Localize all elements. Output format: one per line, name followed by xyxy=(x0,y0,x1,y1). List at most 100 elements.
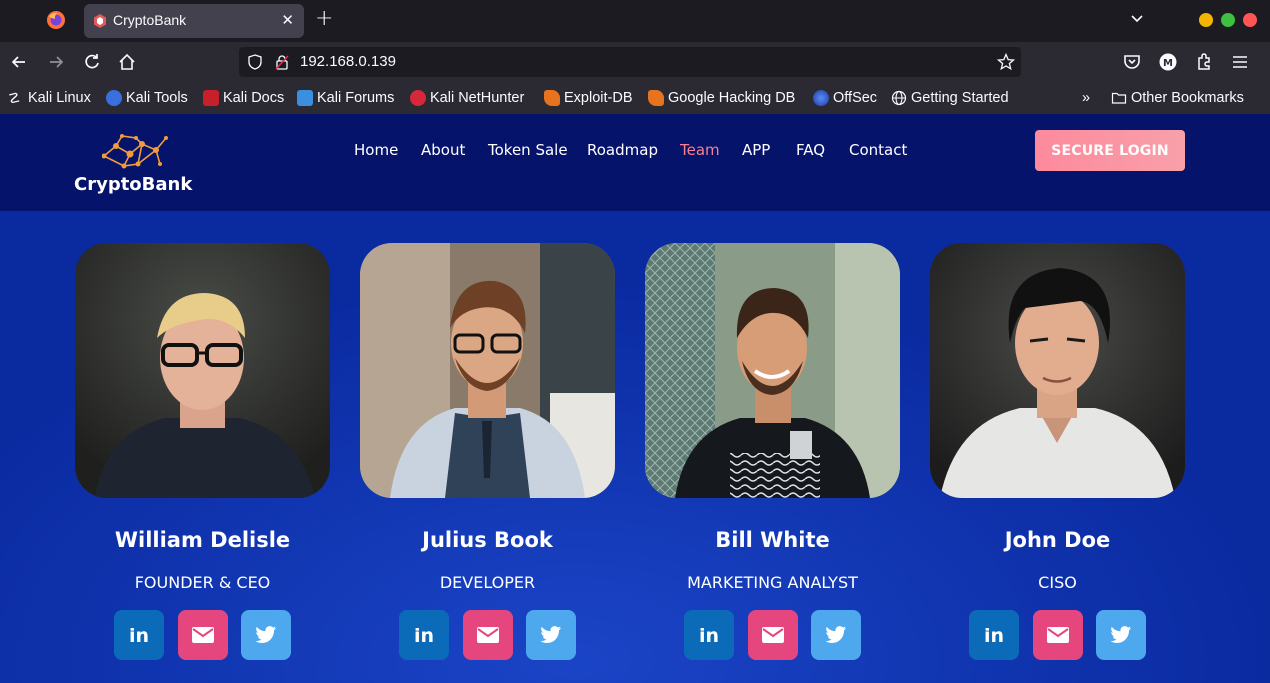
bookmark-kali-forums[interactable]: Kali Forums xyxy=(297,89,394,107)
kali-forums-icon xyxy=(297,90,313,106)
email-icon xyxy=(762,627,784,643)
bookmark-label: Exploit-DB xyxy=(564,90,633,106)
nav-team[interactable]: Team xyxy=(680,141,720,159)
team-member-photo xyxy=(930,243,1185,498)
tracking-protection-shield-icon[interactable] xyxy=(247,54,263,70)
bookmark-label: Kali Docs xyxy=(223,90,285,106)
email-icon xyxy=(192,627,214,643)
nav-app[interactable]: APP xyxy=(742,141,770,159)
member-role: MARKETING ANALYST xyxy=(687,573,858,592)
twitter-icon xyxy=(1110,626,1132,643)
browser-nav-bar: 192.168.0.139 M xyxy=(0,42,1270,82)
bookmark-getting-started[interactable]: Getting Started xyxy=(891,89,1009,107)
home-icon[interactable] xyxy=(117,52,137,72)
email-button[interactable] xyxy=(1033,610,1083,660)
linkedin-button[interactable]: in xyxy=(684,610,734,660)
member-role: FOUNDER & CEO xyxy=(134,573,271,592)
bookmarks-overflow-chevron-icon[interactable]: » xyxy=(1082,89,1090,107)
forward-icon[interactable] xyxy=(46,52,66,72)
insecure-lock-icon[interactable] xyxy=(275,54,289,70)
twitter-button[interactable] xyxy=(241,610,291,660)
twitter-icon xyxy=(540,626,562,643)
close-tab-icon[interactable]: ✕ xyxy=(281,11,294,29)
other-bookmarks-label: Other Bookmarks xyxy=(1131,90,1244,106)
team-member-photo xyxy=(360,243,615,498)
kali-dragon-icon: ☡ xyxy=(8,90,21,106)
new-tab-icon[interactable]: + xyxy=(315,6,333,31)
linkedin-icon: in xyxy=(699,625,719,646)
linkedin-icon: in xyxy=(129,625,149,646)
globe-icon xyxy=(891,90,907,106)
email-icon xyxy=(1047,627,1069,643)
tab-title: CryptoBank xyxy=(113,12,187,28)
firefox-icon[interactable] xyxy=(46,10,66,30)
email-button[interactable] xyxy=(178,610,228,660)
other-bookmarks-folder[interactable]: Other Bookmarks xyxy=(1111,89,1244,107)
app-menu-hamburger-icon[interactable] xyxy=(1230,52,1250,72)
folder-icon xyxy=(1111,92,1127,104)
kali-docs-icon xyxy=(203,90,219,106)
bookmark-exploit-db[interactable]: Exploit-DB xyxy=(544,89,633,107)
account-avatar-icon[interactable]: M xyxy=(1158,52,1178,72)
svg-text:M: M xyxy=(1163,58,1173,69)
ghdb-icon xyxy=(648,90,664,106)
nav-token-sale[interactable]: Token Sale xyxy=(488,141,568,159)
nav-roadmap[interactable]: Roadmap xyxy=(587,141,658,159)
extensions-puzzle-icon[interactable] xyxy=(1194,52,1214,72)
email-icon xyxy=(477,627,499,643)
pocket-icon[interactable] xyxy=(1122,52,1142,72)
twitter-button[interactable] xyxy=(1096,610,1146,660)
bookmark-label: Kali Linux xyxy=(28,90,91,106)
bookmark-label: Getting Started xyxy=(911,90,1009,106)
linkedin-button[interactable]: in xyxy=(399,610,449,660)
nav-about[interactable]: About xyxy=(421,141,465,159)
bookmark-kali-docs[interactable]: Kali Docs xyxy=(203,89,284,107)
minimize-window-button[interactable] xyxy=(1199,13,1213,27)
social-links: in xyxy=(969,610,1149,660)
site-header: CryptoBank Home About Token Sale Roadmap… xyxy=(0,114,1270,211)
bookmark-label: Google Hacking DB xyxy=(668,90,796,106)
member-name: Bill White xyxy=(715,528,830,552)
linkedin-button[interactable]: in xyxy=(114,610,164,660)
email-button[interactable] xyxy=(748,610,798,660)
member-name: William Delisle xyxy=(114,528,291,552)
bookmark-label: Kali Forums xyxy=(317,90,395,106)
bookmark-kali-linux[interactable]: ☡ Kali Linux xyxy=(8,89,91,107)
secure-login-button[interactable]: SECURE LOGIN xyxy=(1035,130,1185,171)
url-text[interactable]: 192.168.0.139 xyxy=(300,53,396,70)
bookmark-star-icon[interactable] xyxy=(997,53,1015,71)
bookmark-kali-tools[interactable]: Kali Tools xyxy=(106,89,188,107)
back-icon[interactable] xyxy=(9,52,29,72)
email-button[interactable] xyxy=(463,610,513,660)
address-bar[interactable]: 192.168.0.139 xyxy=(239,47,1021,77)
svg-text:in: in xyxy=(984,625,1004,646)
list-all-tabs-icon[interactable] xyxy=(1130,12,1144,26)
offsec-icon xyxy=(813,90,829,106)
twitter-icon xyxy=(255,626,277,643)
team-member-photo xyxy=(645,243,900,498)
member-role: DEVELOPER xyxy=(439,573,536,592)
svg-text:in: in xyxy=(414,625,434,646)
close-window-button[interactable] xyxy=(1243,13,1257,27)
nav-contact[interactable]: Contact xyxy=(849,141,907,159)
linkedin-button[interactable]: in xyxy=(969,610,1019,660)
web-page: CryptoBank Home About Token Sale Roadmap… xyxy=(0,114,1270,683)
nav-home[interactable]: Home xyxy=(354,141,398,159)
bookmark-kali-nethunter[interactable]: Kali NetHunter xyxy=(410,89,524,107)
site-logo[interactable]: CryptoBank xyxy=(74,134,199,198)
twitter-icon xyxy=(825,626,847,643)
bookmark-offsec[interactable]: OffSec xyxy=(813,89,877,107)
browser-tab-bar: CryptoBank ✕ + xyxy=(0,0,1270,42)
twitter-button[interactable] xyxy=(526,610,576,660)
twitter-button[interactable] xyxy=(811,610,861,660)
maximize-window-button[interactable] xyxy=(1221,13,1235,27)
bookmark-label: Kali Tools xyxy=(126,90,188,106)
svg-text:in: in xyxy=(699,625,719,646)
nav-faq[interactable]: FAQ xyxy=(796,141,825,159)
kali-nethunter-icon xyxy=(410,90,426,106)
reload-icon[interactable] xyxy=(82,52,102,72)
bookmark-google-hacking-db[interactable]: Google Hacking DB xyxy=(648,89,795,107)
browser-tab-active[interactable]: CryptoBank ✕ xyxy=(84,4,304,38)
linkedin-icon: in xyxy=(414,625,434,646)
cryptobank-favicon-icon xyxy=(94,14,106,28)
